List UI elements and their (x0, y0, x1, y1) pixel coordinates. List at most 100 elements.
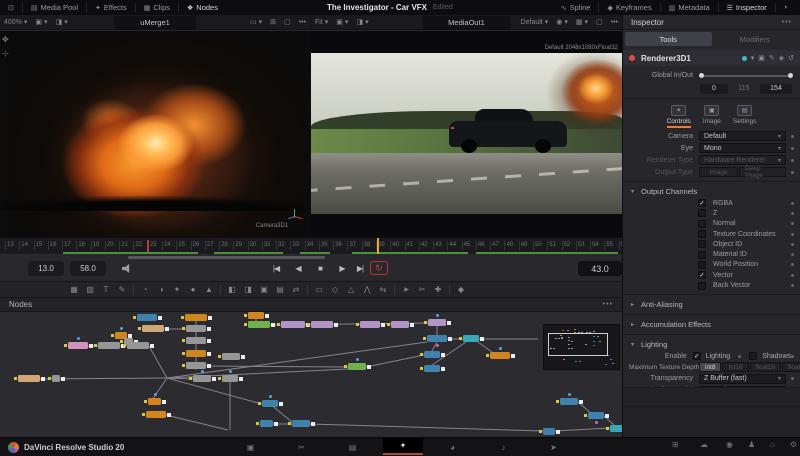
go-to-last-frame-button[interactable]: ▶| (352, 261, 368, 276)
tool-icon[interactable]: T (98, 285, 114, 294)
graph-node[interactable] (292, 420, 310, 427)
graph-node[interactable] (311, 321, 333, 328)
modifier-dot[interactable] (791, 135, 794, 138)
graph-node[interactable] (427, 335, 447, 342)
modifier-dot[interactable] (791, 212, 794, 215)
cloud-icon[interactable]: ☁ (700, 440, 708, 449)
graph-node[interactable] (588, 412, 604, 419)
tool-icon[interactable]: ◇ (327, 285, 343, 294)
graph-node[interactable] (186, 362, 206, 369)
page-cut[interactable]: ✂ (293, 440, 310, 455)
inspector-button[interactable]: ☰ Inspector (719, 0, 775, 15)
left-viewer-roi-dropdown[interactable]: ▭▾ (246, 18, 266, 26)
timeline-ruler[interactable]: 1314151617181920212223242526272829303132… (0, 237, 622, 254)
modifier-dot[interactable] (791, 284, 794, 287)
pan-tool-icon[interactable]: ✥ (2, 35, 9, 44)
tool-icon[interactable]: △ (343, 285, 359, 294)
tool-icon[interactable]: ✚ (430, 285, 446, 294)
lighting-checkbox[interactable]: ✓ (693, 352, 701, 360)
graph-node[interactable] (248, 321, 270, 328)
step-back-button[interactable]: ◀ (290, 261, 306, 276)
graph-node[interactable] (185, 314, 207, 321)
graph-node[interactable] (391, 321, 409, 328)
texture-depth-float32[interactable]: float32 (782, 362, 800, 372)
texture-depth-int16[interactable]: int16 (722, 362, 748, 372)
audio-mute-icon[interactable] (122, 264, 132, 273)
tab-tools[interactable]: Tools (625, 32, 712, 46)
graph-node[interactable] (424, 365, 440, 372)
tool-icon[interactable]: ◔ (137, 285, 153, 294)
left-viewer-expand-button[interactable]: ▢ (280, 18, 295, 26)
collaboration-icon[interactable]: ♟ (748, 440, 755, 449)
left-viewer-zoom-dropdown[interactable]: 400%▾ (0, 18, 31, 26)
tool-icon[interactable]: ◆ (453, 285, 469, 294)
loop-button[interactable]: ↻ (370, 261, 388, 275)
modifier-dot[interactable] (791, 147, 794, 150)
graph-node[interactable] (18, 375, 40, 382)
global-out-field[interactable]: 154 (760, 84, 792, 94)
modifier-dot[interactable] (791, 222, 794, 225)
tool-icon[interactable]: ⇄ (288, 285, 304, 294)
left-viewer-options-menu[interactable]: ••• (295, 19, 310, 26)
tool-icon[interactable]: ✦ (169, 285, 185, 294)
graph-node[interactable] (490, 352, 510, 359)
graph-node[interactable] (248, 312, 264, 319)
graph-node[interactable] (424, 351, 440, 358)
tab-controls[interactable]: ✦ Controls (667, 105, 691, 128)
tool-icon[interactable]: ▭ (311, 285, 327, 294)
page-media[interactable]: ▣ (242, 440, 259, 455)
effects-button[interactable]: ✦ Effects (87, 0, 135, 15)
right-viewer-lut-dropdown[interactable]: Default▾ (517, 18, 553, 26)
node-graph-minimap[interactable] (543, 324, 620, 370)
nodes-options-menu[interactable]: ••• (603, 301, 613, 308)
left-viewer-channel-dropdown[interactable]: ▣▾ (31, 18, 51, 26)
right-viewer-options-menu[interactable]: ••• (607, 19, 622, 26)
left-viewer-canvas[interactable]: ✥ ⊹ Camera3D1 (0, 31, 311, 237)
tool-icon[interactable]: ◧ (224, 285, 240, 294)
settings-icon[interactable]: ⚙ (790, 440, 797, 449)
page-fairlight[interactable]: ♪ (495, 440, 512, 455)
output-channels-section-header[interactable]: ▾ Output Channels (623, 185, 800, 198)
metadata-button[interactable]: ▥ Metadata (661, 0, 718, 15)
layers-icon[interactable]: ⊞ (672, 440, 679, 449)
tool-icon[interactable]: ● (185, 285, 201, 294)
graph-node[interactable] (186, 350, 206, 357)
tool-icon[interactable]: ✎ (114, 285, 130, 294)
graph-node[interactable] (348, 363, 366, 370)
play-button[interactable]: ▶ (334, 261, 350, 276)
right-viewer-gamut-dropdown[interactable]: ◉▾ (552, 18, 572, 26)
graph-node[interactable] (148, 398, 161, 405)
right-viewer-expand-button[interactable]: ▢ (592, 18, 607, 26)
in-handle[interactable] (699, 73, 704, 78)
transparency-dropdown[interactable]: Z Buffer (fast)▾ (699, 374, 786, 384)
modifier-dot[interactable] (738, 355, 741, 358)
tool-icon[interactable]: ▣ (256, 285, 272, 294)
graph-node[interactable] (186, 337, 206, 344)
page-fusion[interactable]: ✦ (383, 438, 423, 455)
tool-icon[interactable]: ▤ (272, 285, 288, 294)
right-viewer-canvas[interactable]: Default 2048x1080xFloat32 (311, 31, 622, 237)
node-graph[interactable] (0, 312, 622, 437)
graph-node[interactable] (463, 335, 479, 342)
spline-button[interactable]: ∿ Spline (553, 0, 599, 15)
reset-icon[interactable]: ↺ (788, 54, 794, 62)
home-icon[interactable]: ⌂ (770, 440, 775, 449)
tool-icon[interactable]: ▲ (201, 285, 217, 294)
channel-checkbox[interactable] (698, 230, 706, 238)
modifier-dot[interactable] (791, 355, 794, 358)
anti-aliasing-section-header[interactable]: ▸ Anti-Aliasing (623, 298, 800, 311)
tab-image[interactable]: ▣ Image (703, 105, 721, 128)
modifier-dot[interactable] (791, 202, 794, 205)
playhead[interactable] (377, 238, 379, 254)
remote-icon[interactable]: ◉ (726, 440, 733, 449)
graph-node[interactable] (560, 398, 578, 405)
channel-checkbox[interactable] (698, 251, 706, 259)
stop-button[interactable]: ■ (312, 261, 328, 276)
modifier-dot[interactable] (791, 263, 794, 266)
channel-checkbox[interactable] (698, 220, 706, 228)
channel-checkbox[interactable] (698, 240, 706, 248)
graph-node[interactable] (146, 411, 166, 418)
channel-checkbox[interactable] (698, 209, 706, 217)
chevron-down-icon[interactable]: ▾ (751, 54, 755, 62)
modifier-dot[interactable] (791, 253, 794, 256)
